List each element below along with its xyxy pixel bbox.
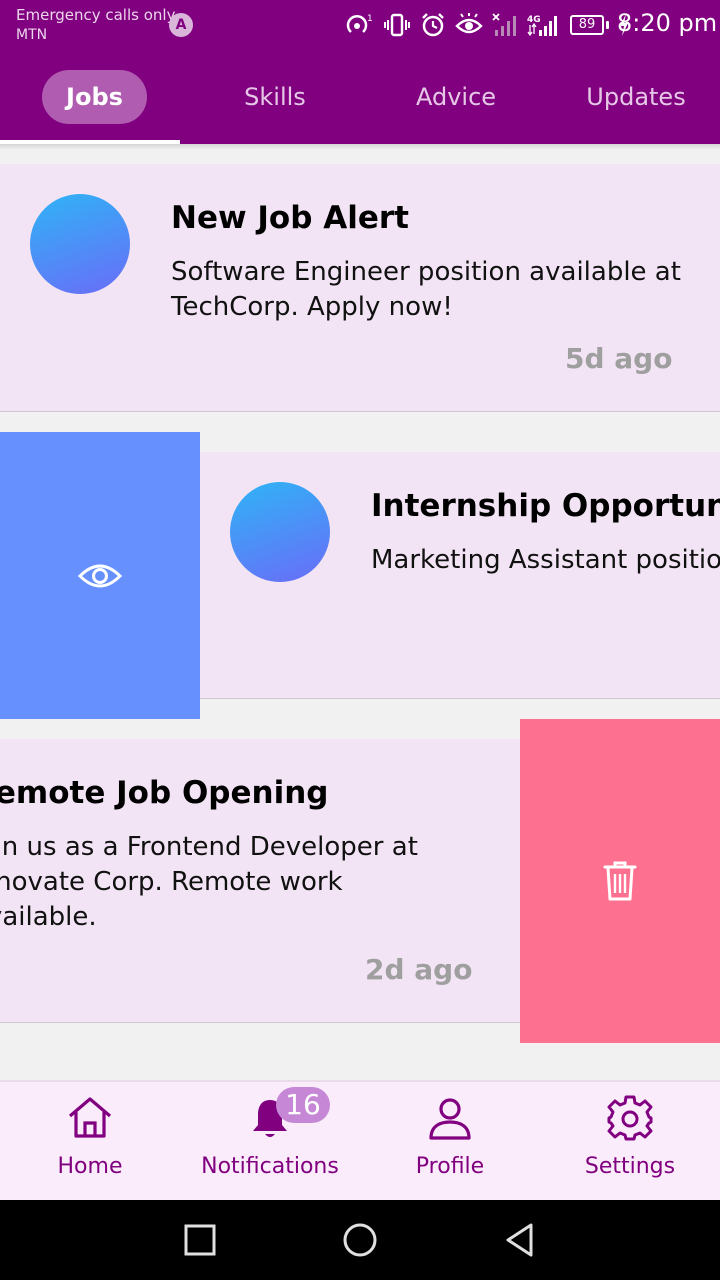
nav-label: Notifications — [201, 1154, 339, 1179]
svg-text:1: 1 — [367, 14, 373, 24]
vibrate-icon — [384, 13, 410, 37]
status-bar: Emergency calls only MTN A 1 4G 89 8:20 … — [0, 0, 720, 50]
screen: Emergency calls only MTN A 1 4G 89 8:20 … — [0, 0, 720, 1280]
card-title: Remote Job Opening — [0, 775, 329, 811]
recents-icon[interactable] — [180, 1220, 220, 1260]
hotspot-icon: 1 — [346, 14, 373, 33]
tab-advice[interactable]: Advice — [396, 70, 516, 124]
card-title: Internship Opportunity — [371, 488, 720, 524]
card-description: Marketing Assistant position at XYZ Ltd. — [371, 545, 720, 575]
nav-settings[interactable]: Settings — [540, 1082, 720, 1202]
battery-tip — [606, 21, 609, 29]
delete-action-button[interactable] — [520, 719, 720, 1043]
person-icon — [429, 1098, 471, 1140]
card-description: Software Engineer position available at … — [171, 257, 681, 322]
view-action-button[interactable] — [0, 432, 200, 719]
eye-comfort-icon — [455, 13, 483, 34]
status-icons: 1 4G 89 — [344, 10, 630, 40]
nav-label: Home — [57, 1154, 123, 1179]
nav-notifications[interactable]: Notifications — [180, 1082, 360, 1202]
tab-updates[interactable]: Updates — [576, 70, 696, 124]
nav-label: Settings — [584, 1154, 676, 1179]
card-title: New Job Alert — [171, 200, 409, 236]
4g-signal-icon: 4G — [527, 15, 557, 37]
bottom-navigation: Home Notifications Profile Settings — [0, 1080, 720, 1200]
card-timestamp: 5d ago — [565, 342, 673, 375]
tab-jobs[interactable]: Jobs — [42, 70, 147, 124]
status-time: 8:20 pm — [617, 9, 718, 37]
list-item-internship-opportunity[interactable]: Internship Opportunity Marketing Assista… — [200, 452, 720, 699]
tab-bar-shadow — [0, 144, 720, 150]
card-timestamp: 2d ago — [365, 953, 473, 986]
system-navigation-bar — [0, 1200, 720, 1280]
list-item-remote-job-opening[interactable]: Remote Job Opening Join us as a Frontend… — [0, 739, 520, 1023]
list-item-new-job-alert[interactable]: New Job Alert Software Engineer position… — [0, 164, 720, 412]
avatar — [30, 194, 130, 294]
nav-profile[interactable]: Profile — [360, 1082, 540, 1202]
top-tab-bar: Jobs Skills Advice Updates — [0, 50, 720, 144]
carrier-status: Emergency calls only — [16, 6, 176, 24]
battery-icon: 89 — [570, 15, 609, 35]
back-icon[interactable] — [500, 1220, 540, 1260]
nav-home[interactable]: Home — [0, 1082, 180, 1202]
carrier-name: MTN — [16, 27, 48, 43]
eye-icon — [77, 564, 123, 587]
battery-level: 89 — [570, 15, 604, 35]
avatar — [230, 482, 330, 582]
gear-icon — [607, 1095, 653, 1141]
card-description: Join us as a Frontend Developer at Innov… — [0, 832, 418, 932]
notification-count-badge: 16 — [276, 1087, 330, 1123]
trash-icon — [603, 861, 637, 901]
signal-off-icon — [492, 13, 516, 36]
alarm-icon — [422, 13, 444, 37]
tab-skills[interactable]: Skills — [215, 70, 335, 124]
app-notification-icon: A — [169, 13, 193, 37]
nav-label: Profile — [415, 1154, 485, 1179]
home-icon — [68, 1097, 112, 1138]
home-circle-icon[interactable] — [340, 1220, 380, 1260]
